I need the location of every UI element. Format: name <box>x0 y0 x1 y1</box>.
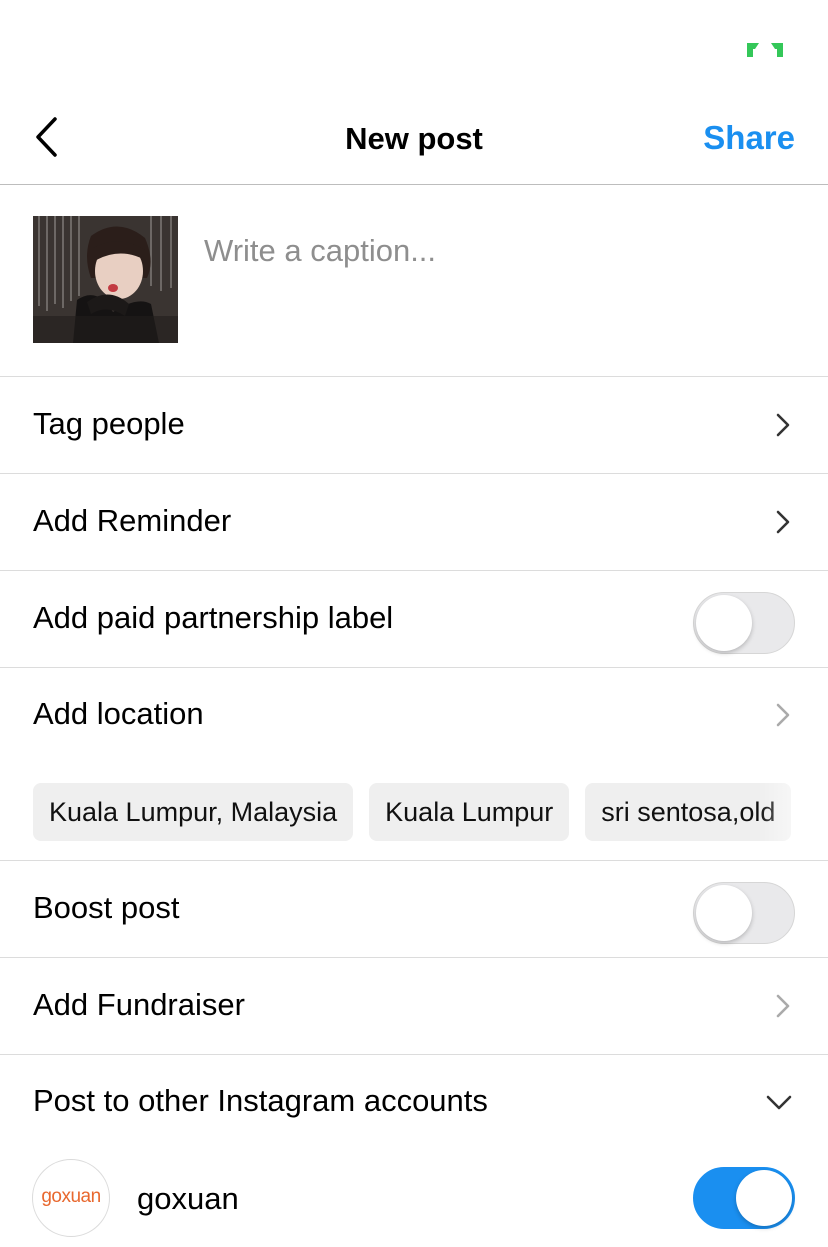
avatar-logo-text: goxuan <box>41 1186 101 1207</box>
boost-post-row: Boost post <box>0 861 828 958</box>
add-reminder-label: Add Reminder <box>33 503 232 538</box>
account-row: goxuan goxuan <box>0 1150 828 1247</box>
paid-partnership-toggle[interactable] <box>693 592 795 654</box>
location-chip[interactable]: Kuala Lumpur, Malaysia <box>33 783 354 841</box>
paid-partnership-row: Add paid partnership label <box>0 571 828 668</box>
post-thumbnail[interactable] <box>33 216 178 343</box>
camera-in-use-indicator-icon <box>747 43 783 57</box>
account-username: goxuan <box>137 1181 239 1216</box>
caption-input[interactable] <box>204 229 784 273</box>
post-photo-image <box>33 216 178 343</box>
boost-post-label: Boost post <box>33 890 180 925</box>
avatar: goxuan <box>32 1159 110 1237</box>
add-location-row[interactable]: Add location <box>0 667 828 763</box>
share-button[interactable]: Share <box>703 119 795 157</box>
location-chip[interactable]: Kuala Lumpur <box>369 783 570 841</box>
location-suggestions: Kuala Lumpur, Malaysia Kuala Lumpur sri se… <box>33 783 828 841</box>
toggle-knob <box>696 885 752 941</box>
chevron-down-icon <box>766 1095 792 1110</box>
chevron-right-icon <box>776 703 790 727</box>
status-bar <box>0 0 828 100</box>
tag-people-label: Tag people <box>33 406 185 441</box>
add-reminder-row[interactable]: Add Reminder <box>0 474 828 571</box>
chevron-right-icon <box>776 994 790 1018</box>
add-location-label: Add location <box>33 696 204 731</box>
chevron-right-icon <box>776 413 790 437</box>
toggle-knob <box>696 595 752 651</box>
tag-people-row[interactable]: Tag people <box>0 377 828 474</box>
add-location-section: Add location Kuala Lumpur, Malaysia Kuala… <box>0 667 828 861</box>
other-accounts-label: Post to other Instagram accounts <box>33 1083 488 1118</box>
add-fundraiser-label: Add Fundraiser <box>33 987 245 1022</box>
nav-header: New post Share <box>0 100 828 185</box>
chevron-right-icon <box>776 510 790 534</box>
post-to-other-accounts-row[interactable]: Post to other Instagram accounts <box>0 1054 828 1150</box>
caption-section <box>0 185 828 377</box>
toggle-knob <box>736 1170 792 1226</box>
add-fundraiser-row[interactable]: Add Fundraiser <box>0 958 828 1055</box>
account-post-toggle[interactable] <box>693 1167 795 1229</box>
boost-post-toggle[interactable] <box>693 882 795 944</box>
paid-partnership-label: Add paid partnership label <box>33 600 394 635</box>
location-chip[interactable]: sri sentosa,old <box>585 783 792 841</box>
